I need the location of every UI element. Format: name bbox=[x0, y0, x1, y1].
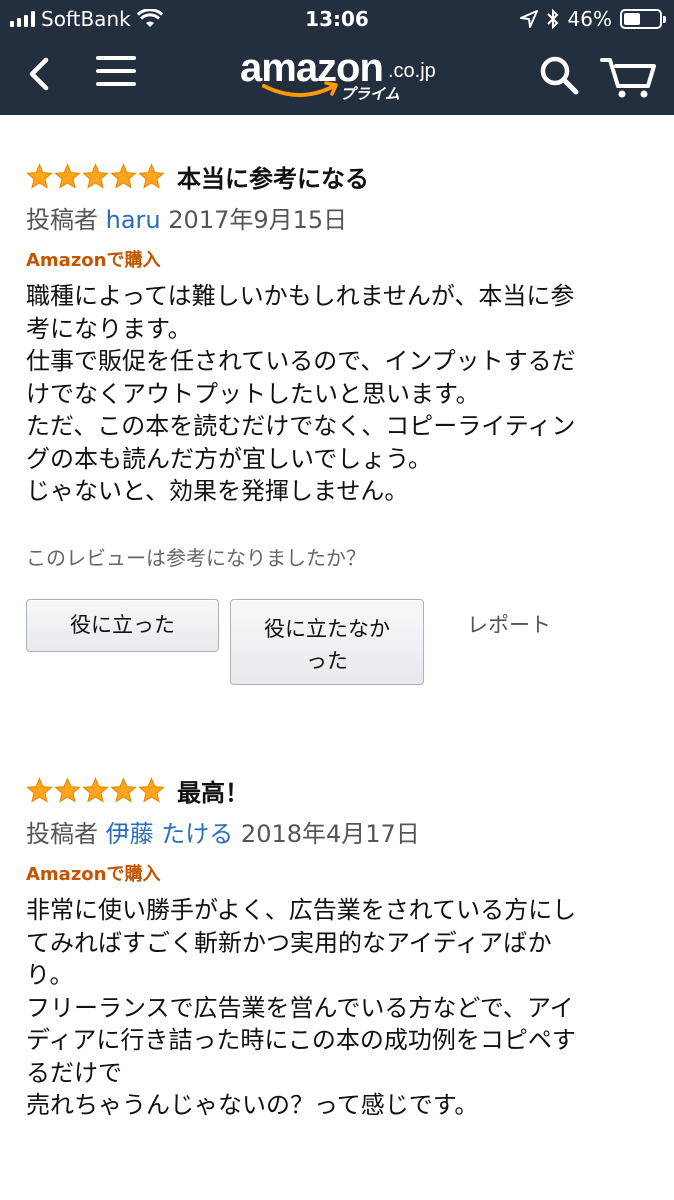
bluetooth-icon bbox=[546, 9, 558, 29]
star-icon bbox=[110, 162, 137, 189]
report-link[interactable]: レポート bbox=[467, 609, 551, 639]
rating-row: 本当に参考になる bbox=[26, 156, 646, 196]
review-byline: 投稿者 伊藤 たける 2018年4月17日 bbox=[26, 814, 646, 850]
review-author-link[interactable]: 伊藤 たける bbox=[106, 820, 234, 848]
search-icon[interactable] bbox=[538, 54, 580, 96]
review-body-line: けでなくアウトプットしたいと思います。 bbox=[26, 379, 480, 408]
helpful-question: このレビューは参考になりましたか？ bbox=[26, 545, 366, 570]
review-body-line: 非常に使い勝手がよく、広告業をされている方にし bbox=[26, 896, 577, 924]
app-header: amazon .co.jp プライム bbox=[0, 38, 674, 115]
star-icon bbox=[26, 162, 53, 189]
logo-tld: .co.jp bbox=[388, 60, 436, 82]
review-body-line: 仕事で販促を任されているので、インプットするだ bbox=[26, 347, 576, 375]
star-icon bbox=[54, 162, 81, 189]
not-helpful-button[interactable]: 役に立たなか った bbox=[230, 598, 424, 685]
star-icon bbox=[138, 162, 165, 189]
verified-purchase-badge: Amazonで購入 bbox=[26, 250, 161, 271]
review-card: 最高！ 投稿者 伊藤 たける 2018年4月17日 Amazonで購入 非常に使… bbox=[26, 770, 646, 1122]
verified-purchase-badge: Amazonで購入 bbox=[26, 864, 161, 885]
cart-icon[interactable] bbox=[600, 52, 658, 100]
star-icon bbox=[110, 776, 137, 803]
helpful-button[interactable]: 役に立った bbox=[26, 598, 219, 652]
review-body-line: 売れちゃうんじゃないの？って感じです。 bbox=[26, 1091, 479, 1119]
status-right: 46% bbox=[519, 7, 666, 31]
review-date: 2017年9月15日 bbox=[168, 206, 348, 234]
review-body-line: てみればすごく斬新かつ実用的なアイディアばか bbox=[26, 928, 552, 957]
review-body-line: フリーランスで広告業を営んでいる方などで、アイ bbox=[26, 993, 574, 1022]
review-body-line: 職種によっては難しいかもしれませんが、本当に参 bbox=[26, 282, 575, 310]
star-icon bbox=[54, 776, 81, 803]
star-rating bbox=[26, 162, 165, 190]
star-icon bbox=[26, 776, 53, 803]
battery-percent: 46% bbox=[567, 7, 612, 31]
review-author-link[interactable]: haru bbox=[106, 206, 161, 234]
vote-row: 役に立った 役に立たなか った レポート bbox=[26, 598, 646, 689]
location-arrow-icon bbox=[519, 10, 538, 28]
back-icon[interactable] bbox=[24, 54, 60, 94]
byline-label: 投稿者 bbox=[26, 820, 98, 848]
review-body: 非常に使い勝手がよく、広告業をされている方にし てみればすごく斬新かつ実用的なア… bbox=[26, 894, 646, 1122]
star-icon bbox=[138, 776, 165, 803]
not-helpful-label-line: った bbox=[306, 648, 348, 673]
star-icon bbox=[82, 162, 109, 189]
battery-fill bbox=[624, 13, 640, 25]
review-byline: 投稿者 haru 2017年9月15日 bbox=[26, 200, 646, 236]
review-body-line: 考になります。 bbox=[26, 314, 192, 343]
menu-icon[interactable] bbox=[96, 56, 136, 92]
review-body-line: グの本も読んだ方が宜しいでしょう。 bbox=[26, 444, 432, 473]
logo-prime: プライム bbox=[340, 85, 400, 103]
review-title[interactable]: 最高！ bbox=[177, 773, 249, 808]
review-body-line: り。 bbox=[26, 961, 74, 989]
amazon-logo[interactable]: amazon .co.jp プライム bbox=[240, 46, 440, 106]
battery-icon bbox=[620, 9, 666, 29]
review-body-line: ただ、この本を読むだけでなく、コピーライティン bbox=[26, 412, 576, 440]
review-body-line: ディアに行き詰った時にこの本の成功例をコピペす bbox=[26, 1026, 576, 1054]
star-rating bbox=[26, 776, 165, 804]
review-body: 職種によっては難しいかもしれませんが、本当に参 考になります。 仕事で販促を任さ… bbox=[26, 280, 646, 508]
not-helpful-label-line: 役に立たなか bbox=[264, 616, 390, 641]
review-body-line: じゃないと、効果を発揮しません。 bbox=[26, 477, 409, 505]
review-card: 本当に参考になる 投稿者 haru 2017年9月15日 Amazonで購入 職… bbox=[26, 156, 646, 689]
review-title[interactable]: 本当に参考になる bbox=[177, 159, 369, 194]
status-bar: SoftBank 13:06 46% bbox=[0, 0, 674, 38]
logo-smile-icon bbox=[262, 81, 338, 97]
star-icon bbox=[82, 776, 109, 803]
review-date: 2018年4月17日 bbox=[240, 820, 420, 848]
rating-row: 最高！ bbox=[26, 770, 646, 810]
review-body-line: るだけで bbox=[26, 1058, 122, 1087]
byline-label: 投稿者 bbox=[26, 206, 98, 234]
